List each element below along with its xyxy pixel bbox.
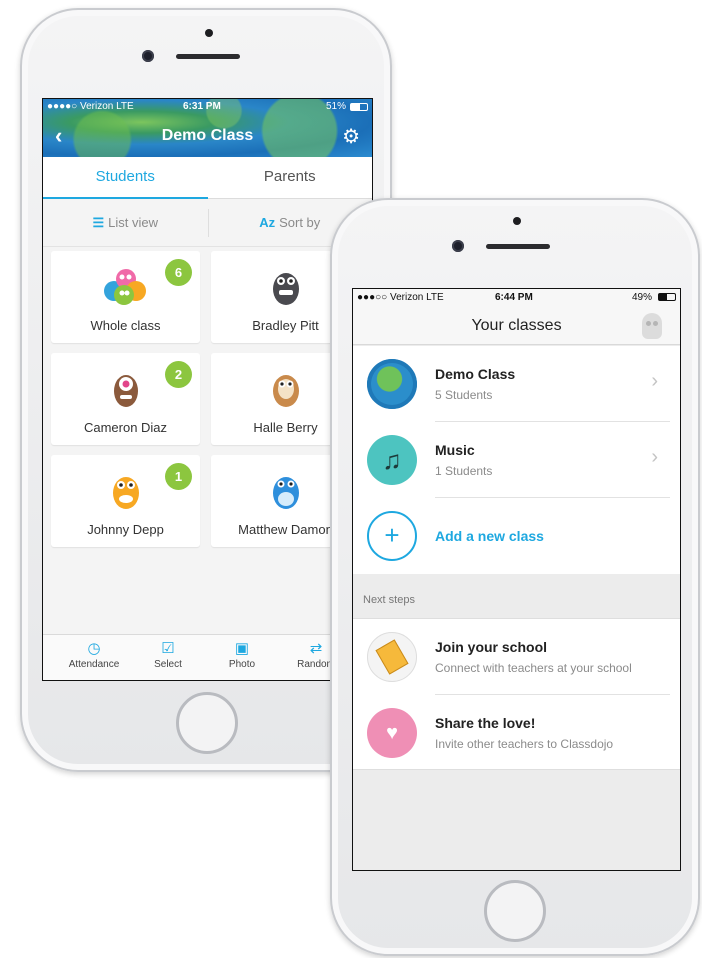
class-row-demo-class[interactable]: Demo Class 5 Students › <box>353 346 680 422</box>
earpiece-speaker <box>176 54 240 59</box>
points-badge: 1 <box>165 463 192 490</box>
student-name: Cameron Diaz <box>83 420 168 435</box>
step-title: Join your school <box>435 639 548 655</box>
home-button[interactable] <box>484 880 546 942</box>
monster-avatar <box>112 477 139 509</box>
view-options-bar: ☰ List view Az Sort by <box>43 199 372 247</box>
points-badge: 6 <box>165 259 192 286</box>
battery-icon <box>658 293 676 301</box>
section-label: Next steps <box>363 594 415 606</box>
status-bar: ●●●○○ Verizon LTE 6:44 PM 49% <box>353 289 680 305</box>
join-school-row[interactable]: Join your school Connect with teachers a… <box>353 619 680 695</box>
next-steps-list: Join your school Connect with teachers a… <box>353 618 680 770</box>
chevron-right-icon: › <box>651 370 658 392</box>
student-name: Whole class <box>90 318 161 333</box>
clock-text: 6:44 PM <box>495 292 533 303</box>
student-count: 1 Students <box>435 464 493 478</box>
clock-text: 6:31 PM <box>183 101 221 112</box>
battery-percent: 51% <box>325 101 346 112</box>
photo-button[interactable]: ▣ Photo <box>205 635 279 671</box>
user-avatar-icon[interactable] <box>642 313 662 339</box>
monster-avatar <box>272 375 299 407</box>
class-name: Demo Class <box>435 366 516 382</box>
gear-icon[interactable]: ⚙ <box>342 124 360 149</box>
list-view-label: List view <box>108 215 158 230</box>
bottom-toolbar: ◷ Attendance ☑ Select ▣ Photo ⇄ Random <box>43 634 372 680</box>
sensor-dot <box>205 29 213 37</box>
select-button[interactable]: ☑ Select <box>131 635 205 671</box>
navigation-bar: Your classes <box>353 305 680 345</box>
step-title: Share the love! <box>435 715 536 731</box>
step-subtitle: Connect with teachers at your school <box>435 661 632 675</box>
class-header: ●●●●○ Verizon LTE 6:31 PM 51% ‹ Demo Cla… <box>43 99 372 157</box>
phone-right: ●●●○○ Verizon LTE 6:44 PM 49% Your class… <box>330 198 700 956</box>
sensor-dot <box>513 217 521 225</box>
share-love-row[interactable]: ♥ Share the love! Invite other teachers … <box>353 695 680 771</box>
class-name: Music <box>435 442 475 458</box>
checkbox-icon: ☑ <box>161 640 175 657</box>
tab-students[interactable]: Students <box>43 157 208 199</box>
student-card[interactable]: 1 Johnny Depp <box>51 455 200 547</box>
ruler-icon <box>367 632 417 682</box>
clock-icon: ◷ <box>87 640 101 657</box>
class-row-music[interactable]: ♫ Music 1 Students › <box>353 422 680 498</box>
toolbar-label: Attendance <box>68 659 120 670</box>
monster-group-avatar <box>103 269 146 305</box>
list-icon: ☰ <box>92 215 105 230</box>
chevron-right-icon: › <box>651 446 658 468</box>
student-count: 5 Students <box>435 388 493 402</box>
add-class-label: Add a new class <box>435 528 544 544</box>
sort-by-label: Sort by <box>279 215 321 230</box>
tab-bar: Students Parents <box>43 157 372 199</box>
heart-icon: ♥ <box>367 708 417 758</box>
camera-icon: ▣ <box>234 640 250 657</box>
status-bar: ●●●●○ Verizon LTE 6:31 PM 51% <box>43 99 372 115</box>
front-camera <box>142 50 154 62</box>
battery-percent: 49% <box>631 292 652 303</box>
attendance-button[interactable]: ◷ Attendance <box>57 635 131 671</box>
earpiece-speaker <box>486 244 550 249</box>
student-card[interactable]: 2 Cameron Diaz <box>51 353 200 445</box>
home-button[interactable] <box>176 692 238 754</box>
battery-icon <box>350 103 368 111</box>
class-list: Demo Class 5 Students › ♫ Music 1 Studen… <box>353 346 680 574</box>
student-card-whole-class[interactable]: 6 Whole class <box>51 251 200 343</box>
globe-icon <box>367 359 417 409</box>
monster-avatar <box>272 273 299 305</box>
page-title: Demo Class <box>161 127 254 144</box>
student-name: Johnny Depp <box>87 522 164 537</box>
front-camera <box>452 240 464 252</box>
monster-avatar <box>272 477 299 509</box>
points-badge: 2 <box>165 361 192 388</box>
music-note-icon: ♫ <box>367 435 417 485</box>
add-class-row[interactable]: + Add a new class <box>353 498 680 574</box>
tab-parents[interactable]: Parents <box>208 157 373 199</box>
page-title: Your classes <box>471 317 562 334</box>
sort-az-icon: Az <box>259 215 276 230</box>
monster-avatar <box>113 375 138 407</box>
carrier-text: ●●●○○ Verizon LTE <box>357 292 444 303</box>
step-subtitle: Invite other teachers to Classdojo <box>435 737 614 751</box>
carrier-text: ●●●●○ Verizon LTE <box>47 101 134 112</box>
toolbar-label: Select <box>154 659 182 670</box>
classes-screen: ●●●○○ Verizon LTE 6:44 PM 49% Your class… <box>352 288 681 871</box>
toolbar-label: Photo <box>228 659 256 670</box>
plus-icon: + <box>367 511 417 561</box>
students-screen: ●●●●○ Verizon LTE 6:31 PM 51% ‹ Demo Cla… <box>42 98 373 681</box>
list-view-button[interactable]: ☰ List view <box>43 199 208 247</box>
